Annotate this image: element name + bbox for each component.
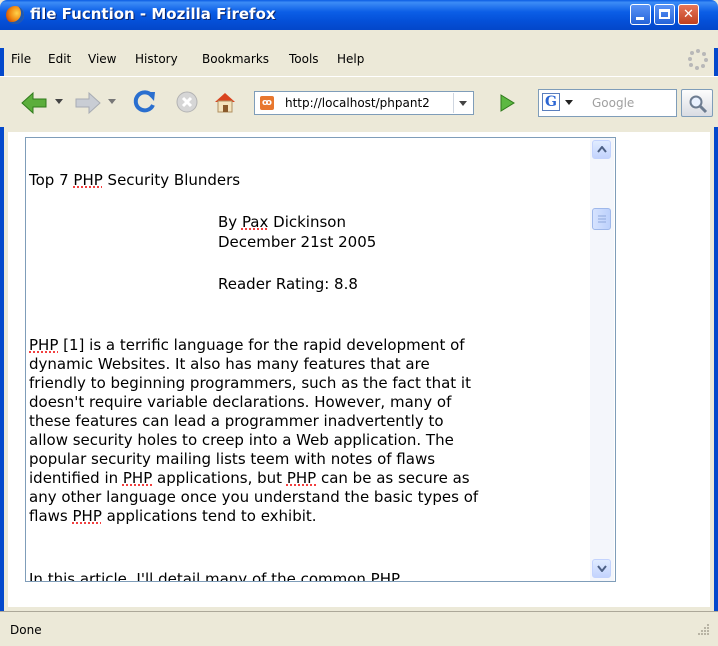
menu-bookmarks[interactable]: Bookmarks [202,52,269,66]
back-dropdown-icon[interactable] [54,98,64,106]
menu-view[interactable]: View [88,52,116,66]
para1-line: PHP [1] is a terrific language for the r… [29,336,478,355]
text-frame[interactable]: Top 7 PHP Security Blunders By Pax Dicki… [25,137,616,582]
article-date: December 21st 2005 [218,233,377,251]
para1-line: dynamic Websites. It also has many featu… [29,355,430,373]
forward-dropdown-icon[interactable] [107,98,117,106]
scroll-down-button[interactable] [592,559,611,578]
vertical-scrollbar[interactable] [590,138,614,581]
forward-arrow-icon[interactable] [74,91,102,115]
menu-help[interactable]: Help [337,52,364,66]
para1-line-rest: [1] is a terrific language for the rapid… [58,336,465,354]
google-icon[interactable]: G [542,93,560,111]
menu-history[interactable]: History [135,52,178,66]
chevron-down-icon [597,565,607,572]
php-word: PHP [29,336,59,354]
maximize-button[interactable] [654,4,675,25]
resize-grip-icon[interactable] [696,622,710,636]
menu-edit[interactable]: Edit [48,52,71,66]
para1-line: these features can lead a programmer ina… [29,412,444,430]
close-icon: ✕ [683,7,694,22]
paragraph-2: In this article, I'll detail many of the… [29,570,401,582]
byline-prefix: By [218,213,242,231]
chevron-up-icon [597,146,607,153]
article-title-suffix: Security Blunders [102,171,241,189]
close-button[interactable]: ✕ [678,4,699,25]
favicon-icon: ꝏ [260,96,274,110]
article-title-php: PHP [73,171,103,189]
scroll-thumb[interactable] [592,208,611,230]
address-dropdown-button[interactable] [453,93,472,113]
firefox-icon [6,6,24,24]
search-button[interactable] [681,89,713,117]
php-word: PHP [122,469,153,487]
minimize-icon [636,17,644,20]
window-title: file Fucntion - Mozilla Firefox [30,5,276,23]
title-bar[interactable]: file Fucntion - Mozilla Firefox ✕ [0,0,718,30]
address-bar[interactable]: ꝏ http://localhost/phpant2 [254,91,474,115]
article-title: Top 7 PHP Security Blunders [29,171,240,190]
byline-last-name: Dickinson [268,213,346,231]
home-icon[interactable] [213,90,237,114]
para1-line: doesn't require variable declarations. H… [29,393,452,411]
paragraph-1: PHP [1] is a terrific language for the r… [29,336,478,526]
minimize-button[interactable] [630,4,651,25]
para1-line: allow security holes to creep into a Web… [29,431,454,449]
php-word: PHP [72,507,102,525]
para1-line: popular security mailing lists teem with… [29,450,436,468]
menubar: File Edit View History Bookmarks Tools H… [0,45,718,70]
go-arrow-icon[interactable] [497,93,517,113]
php-word: PHP [286,469,317,487]
search-icon [689,95,708,114]
scroll-up-button[interactable] [592,140,611,159]
maximize-icon [659,9,670,19]
search-engine-dropdown-icon[interactable] [564,99,574,106]
reader-rating: Reader Rating: 8.8 [218,275,358,293]
grip-lines-icon [598,215,606,223]
menu-file[interactable]: File [11,52,31,66]
para1-line: flaws PHP applications tend to exhibit. [29,507,317,525]
article-title-prefix: Top 7 [29,171,74,189]
status-bar: Done [0,611,718,646]
stop-icon[interactable] [176,91,198,113]
byline-first-name: Pax [241,213,269,231]
throbber-icon [688,49,708,70]
chevron-down-icon [459,101,467,106]
status-text: Done [10,623,42,637]
byline: By Pax Dickinson [218,213,346,232]
search-input[interactable]: Google [592,96,634,110]
menu-tools[interactable]: Tools [289,52,319,66]
para1-line: any other language once you understand t… [29,488,479,506]
browser-window: file Fucntion - Mozilla Firefox ✕ File E… [0,0,718,646]
para1-line: identified in PHP applications, but PHP … [29,469,470,487]
reload-icon[interactable] [132,89,158,115]
para1-line: friendly to beginning programmers, such … [29,374,471,392]
back-arrow-icon[interactable] [20,91,48,115]
address-bar-url[interactable]: http://localhost/phpant2 [285,96,445,110]
